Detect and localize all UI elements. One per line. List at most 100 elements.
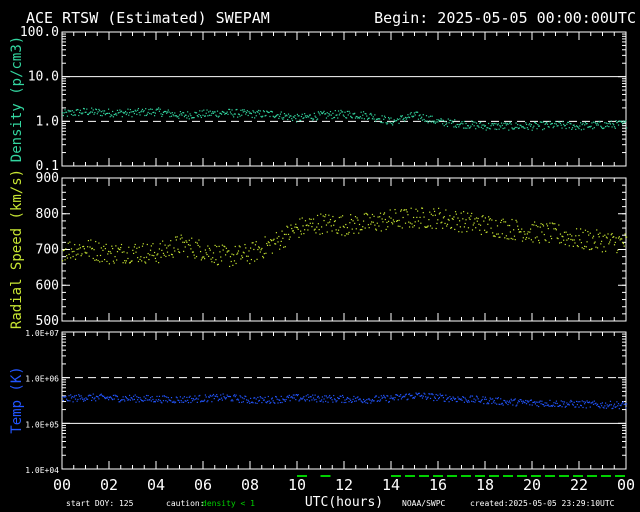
data-point xyxy=(196,242,198,244)
data-point xyxy=(471,123,474,125)
data-point xyxy=(236,253,238,255)
data-point xyxy=(251,116,253,119)
data-point xyxy=(386,123,388,125)
density-ylabel: Density (p/cm3) xyxy=(9,36,25,162)
data-point xyxy=(363,118,365,120)
data-point xyxy=(614,241,616,244)
data-point xyxy=(535,401,537,403)
data-point xyxy=(304,229,306,231)
data-point xyxy=(187,256,189,258)
data-point xyxy=(271,111,273,113)
data-point xyxy=(475,128,477,130)
data-point xyxy=(148,258,150,261)
data-point xyxy=(566,123,568,125)
data-point xyxy=(243,398,245,400)
data-point xyxy=(516,126,518,129)
data-point xyxy=(80,255,82,257)
data-point xyxy=(387,226,389,228)
data-point xyxy=(568,127,570,129)
data-point xyxy=(327,401,329,403)
data-point xyxy=(262,255,264,258)
x-axis-label: UTC(hours) xyxy=(305,495,383,510)
data-point xyxy=(162,400,165,402)
data-point xyxy=(392,219,395,221)
data-point xyxy=(316,401,318,403)
data-point xyxy=(237,116,239,118)
data-point xyxy=(537,401,539,403)
data-point xyxy=(116,109,119,111)
data-point xyxy=(421,394,423,396)
data-point xyxy=(584,403,586,405)
data-point xyxy=(542,225,545,227)
data-point xyxy=(68,395,70,397)
data-point xyxy=(554,122,556,125)
data-point xyxy=(188,396,190,398)
data-point xyxy=(315,116,317,119)
data-point xyxy=(101,115,103,117)
data-point xyxy=(523,231,525,233)
data-point xyxy=(583,128,585,130)
data-point xyxy=(567,238,570,240)
data-point xyxy=(528,237,530,239)
data-point xyxy=(570,123,572,125)
data-point xyxy=(475,122,478,124)
data-point xyxy=(456,400,458,403)
data-point xyxy=(549,222,551,224)
data-point xyxy=(166,251,169,253)
data-point xyxy=(609,400,612,402)
data-point xyxy=(457,123,459,126)
data-point xyxy=(83,398,85,400)
data-point xyxy=(621,123,624,125)
data-point xyxy=(513,128,516,130)
data-point xyxy=(554,228,557,230)
data-point xyxy=(159,243,161,245)
data-point xyxy=(188,118,190,120)
data-point xyxy=(344,399,346,401)
data-point xyxy=(538,242,541,244)
data-point xyxy=(513,229,515,231)
data-point xyxy=(595,246,597,248)
data-point xyxy=(233,394,236,396)
data-point xyxy=(337,229,340,231)
data-point xyxy=(204,249,207,251)
data-point xyxy=(510,237,512,240)
data-point xyxy=(516,404,518,406)
data-point xyxy=(393,119,395,121)
data-point xyxy=(295,223,297,225)
data-point xyxy=(511,127,513,129)
data-point xyxy=(131,116,133,118)
data-point xyxy=(288,116,290,118)
data-point xyxy=(606,404,608,406)
data-point xyxy=(522,400,524,402)
data-point xyxy=(508,238,510,240)
data-point xyxy=(108,112,110,114)
data-point xyxy=(220,397,223,399)
data-point xyxy=(206,109,208,111)
data-point xyxy=(473,398,475,400)
data-point xyxy=(447,397,449,399)
data-point xyxy=(135,110,137,112)
data-point xyxy=(368,227,370,229)
data-point xyxy=(587,231,589,233)
data-point xyxy=(427,122,429,124)
data-point xyxy=(479,229,481,231)
data-point xyxy=(390,395,392,397)
data-point xyxy=(292,230,294,232)
data-point xyxy=(208,396,211,398)
data-point xyxy=(390,217,392,219)
data-point xyxy=(435,121,437,123)
data-point xyxy=(388,118,390,120)
data-point xyxy=(271,397,273,399)
data-point xyxy=(557,125,559,127)
data-point xyxy=(562,120,564,123)
data-point xyxy=(582,231,584,234)
data-point xyxy=(383,118,385,120)
data-point xyxy=(245,111,248,114)
data-point xyxy=(478,126,480,128)
data-point xyxy=(92,109,94,111)
data-point xyxy=(74,258,77,260)
data-point xyxy=(312,218,315,220)
data-point xyxy=(218,245,220,247)
data-point xyxy=(487,223,489,225)
data-point xyxy=(530,239,532,241)
